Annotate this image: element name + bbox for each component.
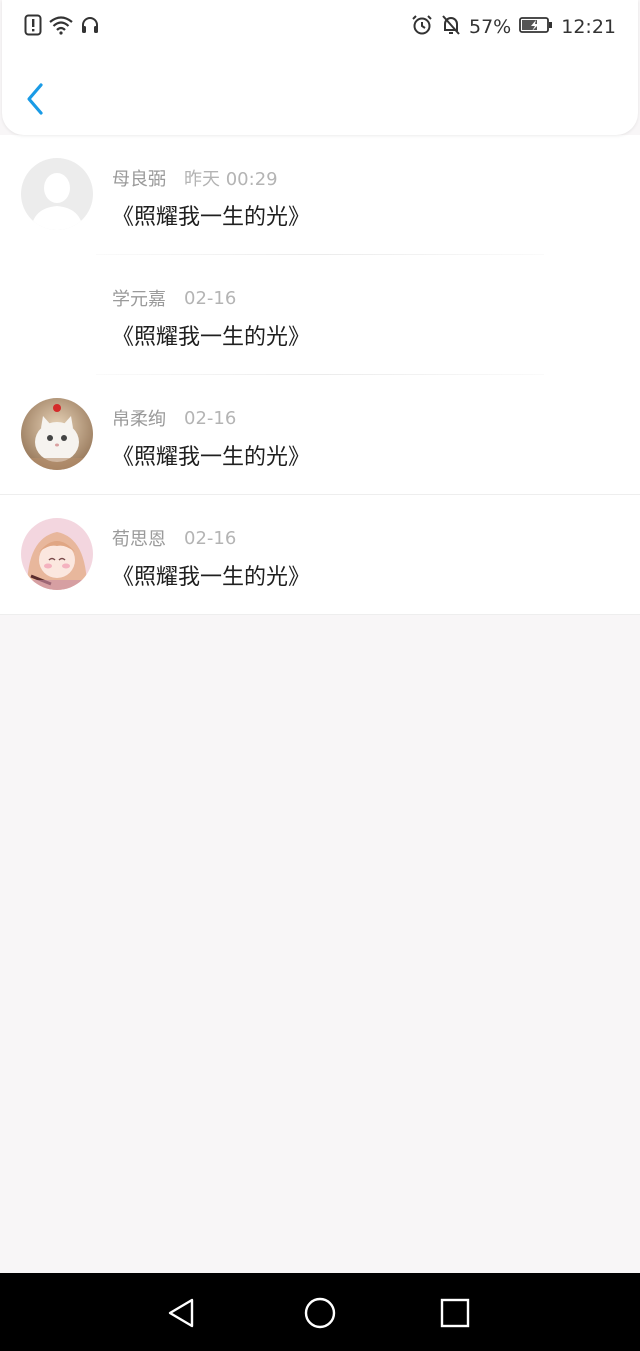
comment-text: 《照耀我一生的光》 <box>112 445 311 470</box>
commenter-name: 帛柔绚 <box>112 409 166 430</box>
back-triangle-icon[interactable] <box>164 1295 200 1331</box>
wifi-icon <box>48 15 74 39</box>
list-item[interactable]: 学元嘉 02-16 《照耀我一生的光》 <box>0 255 640 375</box>
list-item[interactable]: 荀思恩 02-16 《照耀我一生的光》 <box>0 495 640 615</box>
comment-time: 02-16 <box>184 527 237 549</box>
list-item[interactable]: 帛柔绚 02-16 《照耀我一生的光》 <box>0 375 640 495</box>
battery-percent: 57% <box>469 16 512 38</box>
comment-time: 02-16 <box>184 407 237 429</box>
comment-time: 02-16 <box>184 287 237 309</box>
comment-time: 昨天 00:29 <box>184 169 278 190</box>
divider <box>0 614 640 615</box>
navigation-bar <box>0 1273 640 1351</box>
warning-sim-icon <box>24 14 42 40</box>
comment-list: 母良弼 昨天 00:29 《照耀我一生的光》 学元嘉 02-16 《照耀我一生的… <box>0 135 640 615</box>
list-item[interactable]: 母良弼 昨天 00:29 《照耀我一生的光》 <box>0 135 640 255</box>
avatar[interactable] <box>21 398 93 470</box>
recents-square-icon[interactable] <box>437 1295 473 1331</box>
commenter-name: 母良弼 <box>112 169 166 190</box>
comment-text: 《照耀我一生的光》 <box>112 565 311 590</box>
battery-charging-icon <box>519 16 553 38</box>
chevron-left-icon <box>25 82 45 120</box>
commenter-name: 学元嘉 <box>112 289 166 310</box>
bell-muted-icon <box>441 14 461 40</box>
status-bar: 57% 12:21 <box>0 0 640 54</box>
clock-time: 12:21 <box>561 16 616 38</box>
home-circle-icon[interactable] <box>302 1295 338 1331</box>
avatar[interactable] <box>21 158 93 230</box>
back-button[interactable] <box>18 82 52 120</box>
commenter-name: 荀思恩 <box>112 529 166 550</box>
comment-text: 《照耀我一生的光》 <box>112 325 311 350</box>
headset-icon <box>80 15 100 39</box>
alarm-icon <box>411 14 433 40</box>
comment-text: 《照耀我一生的光》 <box>112 205 311 230</box>
avatar[interactable] <box>21 518 93 590</box>
